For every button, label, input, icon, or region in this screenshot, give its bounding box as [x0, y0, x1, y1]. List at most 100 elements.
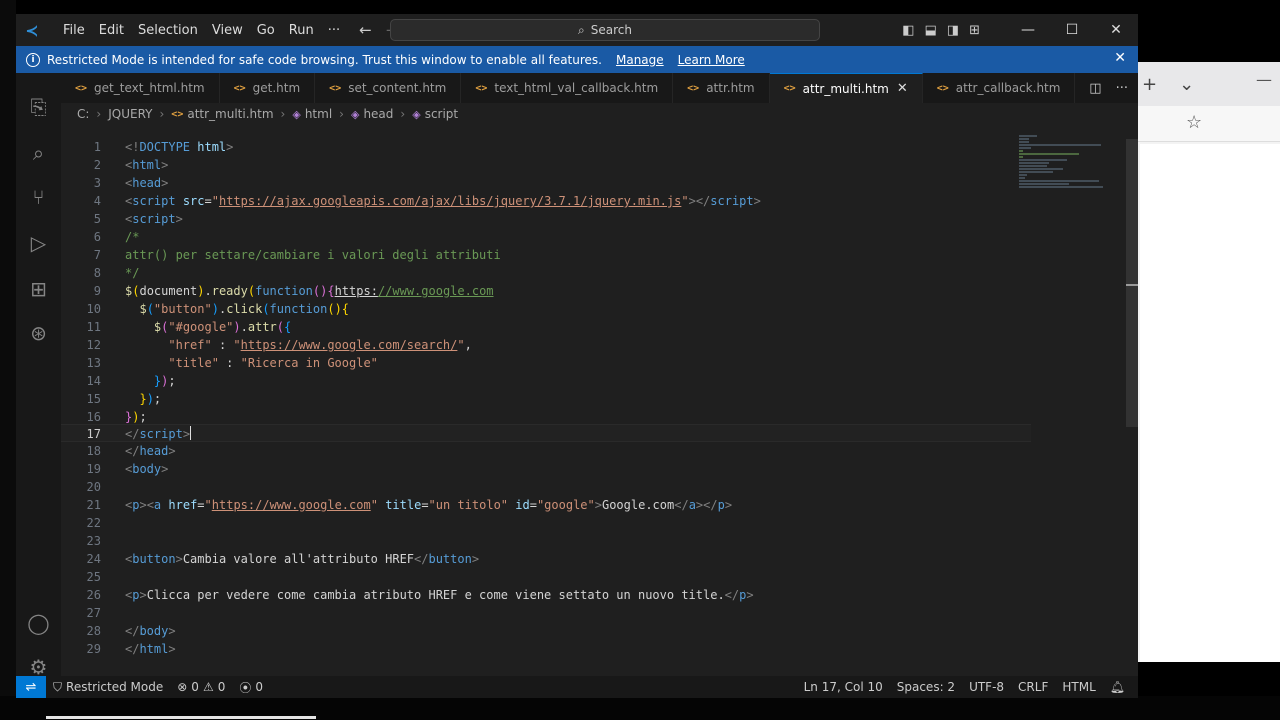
- notifications-bell-icon[interactable]: 🔔︎: [1103, 680, 1132, 694]
- code-line[interactable]: 10 $("button").click(function(){: [61, 300, 1031, 318]
- search-icon: ⌕: [578, 22, 585, 37]
- tab-set-content[interactable]: <> set_content.htm: [315, 73, 462, 103]
- code-line[interactable]: 15 });: [61, 390, 1031, 408]
- breadcrumb-script[interactable]: script: [425, 107, 458, 121]
- indentation[interactable]: Spaces: 2: [890, 680, 962, 694]
- split-editor-icon[interactable]: ◫: [1089, 81, 1101, 96]
- code-line[interactable]: 11 $("#google").attr({: [61, 318, 1031, 336]
- minimize-icon[interactable]: —: [1006, 22, 1050, 38]
- end-of-line[interactable]: CRLF: [1011, 680, 1055, 694]
- code-line[interactable]: 28 </body>: [61, 622, 1031, 640]
- run-debug-icon[interactable]: ▷: [16, 223, 61, 263]
- code-line[interactable]: 19 <body>: [61, 460, 1031, 478]
- close-window-icon[interactable]: ✕: [1094, 22, 1138, 38]
- new-tab-icon[interactable]: +: [1142, 74, 1157, 95]
- code-line[interactable]: 13 "title" : "Ricerca in Google": [61, 354, 1031, 372]
- accounts-icon[interactable]: ◯: [16, 603, 61, 643]
- code-line[interactable]: 21 <p><a href="https://www.google.com" ti…: [61, 496, 1031, 514]
- code-line[interactable]: 1 <!DOCTYPE html>: [61, 138, 1031, 156]
- browser-minimize-icon[interactable]: —: [1256, 70, 1272, 89]
- tab-attr-multi[interactable]: <> attr_multi.htm ✕: [769, 73, 923, 103]
- vertical-scrollbar[interactable]: [1126, 139, 1138, 427]
- tab-get[interactable]: <> get.htm: [220, 73, 316, 103]
- more-actions-icon[interactable]: ···: [1116, 81, 1128, 96]
- code-editor[interactable]: 1 <!DOCTYPE html> 2 <html> 3 <head> 4 <scrip…: [61, 125, 1138, 678]
- code-line[interactable]: 4 <script src="https://ajax.googleapis.co…: [61, 192, 1031, 210]
- tab-label: set_content.htm: [348, 81, 447, 95]
- back-arrow-icon[interactable]: ←: [359, 21, 372, 39]
- learn-more-link[interactable]: Learn More: [678, 53, 745, 67]
- source-control-icon[interactable]: ⑂: [16, 177, 61, 217]
- code-line[interactable]: 25: [61, 568, 1031, 586]
- line-number: 10: [86, 302, 101, 316]
- breadcrumb-head[interactable]: head: [363, 107, 393, 121]
- code-line[interactable]: 8 */: [61, 264, 1031, 282]
- code-line[interactable]: 27: [61, 604, 1031, 622]
- toggle-panel-icon[interactable]: ⬓: [925, 23, 937, 38]
- code-line[interactable]: 24 <button>Cambia valore all'attributo HR…: [61, 550, 1031, 568]
- code-line[interactable]: 18 </head>: [61, 442, 1031, 460]
- extensions-icon[interactable]: ⊞: [16, 269, 61, 309]
- cursor-position[interactable]: Ln 17, Col 10: [797, 680, 890, 694]
- browser-content: [1140, 144, 1280, 662]
- tab-get-text-html[interactable]: <> get_text_html.htm: [61, 73, 220, 103]
- breadcrumb-folder[interactable]: JQUERY: [108, 107, 152, 121]
- code-line[interactable]: 6/*: [61, 228, 1031, 246]
- code-line[interactable]: 3 <head>: [61, 174, 1031, 192]
- code-line[interactable]: 22: [61, 514, 1031, 532]
- editor-tabs: <> get_text_html.htm <> get.htm <> set_cont…: [61, 73, 1138, 103]
- menu-selection[interactable]: Selection: [131, 23, 205, 38]
- minimap[interactable]: [1019, 135, 1109, 195]
- tab-attr[interactable]: <> attr.htm: [673, 73, 770, 103]
- code-line[interactable]: 7 attr() per settare/cambiare i valori de…: [61, 246, 1031, 264]
- background-browser-window[interactable]: + ⌄ — ☆: [1138, 62, 1280, 662]
- tab-label: text_html_val_callback.htm: [494, 81, 659, 95]
- customize-layout-icon[interactable]: ⊞: [969, 23, 980, 38]
- remote-indicator-icon[interactable]: ⇌: [16, 676, 46, 698]
- tab-list-chevron-icon[interactable]: ⌄: [1179, 74, 1194, 95]
- line-number: 6: [93, 230, 101, 244]
- tab-text-html-val-callback[interactable]: <> text_html_val_callback.htm: [461, 73, 674, 103]
- ports-status[interactable]: ⦿ 0: [232, 679, 270, 696]
- code-line[interactable]: 14 });: [61, 372, 1031, 390]
- menu-go[interactable]: Go: [250, 23, 282, 38]
- menu-file[interactable]: File: [56, 23, 92, 38]
- toggle-secondary-sidebar-icon[interactable]: ◨: [947, 23, 959, 38]
- command-center-search[interactable]: ⌕ Search: [390, 19, 820, 41]
- line-number: 23: [86, 534, 101, 548]
- explorer-icon[interactable]: ⎘: [16, 87, 61, 127]
- toggle-primary-sidebar-icon[interactable]: ◧: [902, 23, 914, 38]
- code-line[interactable]: 29 </html>: [61, 640, 1031, 658]
- menu-more[interactable]: ···: [321, 23, 347, 38]
- maximize-icon[interactable]: ☐: [1050, 22, 1094, 38]
- code-line[interactable]: 12 "href" : "https://www.google.com/sear…: [61, 336, 1031, 354]
- code-line[interactable]: 20: [61, 478, 1031, 496]
- bookmark-star-icon[interactable]: ☆: [1186, 112, 1202, 133]
- manage-link[interactable]: Manage: [616, 53, 664, 67]
- banner-message: Restricted Mode is intended for safe cod…: [47, 52, 602, 67]
- problems-status[interactable]: ⊗ 0 ⚠ 0: [170, 680, 232, 694]
- encoding[interactable]: UTF-8: [962, 680, 1011, 694]
- code-line[interactable]: 23: [61, 532, 1031, 550]
- tab-attr-callback[interactable]: <> attr_callback.htm: [923, 73, 1076, 103]
- breadcrumb-drive[interactable]: C:: [77, 107, 89, 121]
- code-line[interactable]: 26 <p>Clicca per vedere come cambia atrib…: [61, 586, 1031, 604]
- search-view-icon[interactable]: ⌕: [16, 133, 61, 173]
- breadcrumb-html[interactable]: html: [305, 107, 332, 121]
- status-bar-right: Ln 17, Col 10 Spaces: 2 UTF-8 CRLF HTML …: [797, 676, 1132, 698]
- breadcrumb-file[interactable]: attr_multi.htm: [187, 107, 273, 121]
- close-tab-icon[interactable]: ✕: [897, 81, 908, 96]
- code-line[interactable]: 5 <script>: [61, 210, 1031, 228]
- git-graph-icon[interactable]: ⊛: [16, 313, 61, 353]
- restricted-mode-label: Restricted Mode: [66, 680, 164, 694]
- banner-close-icon[interactable]: ✕: [1114, 50, 1126, 66]
- code-line[interactable]: 9 $(document).ready(function(){https://ww…: [61, 282, 1031, 300]
- html-file-icon: <>: [687, 82, 700, 94]
- code-line[interactable]: 2 <html>: [61, 156, 1031, 174]
- language-mode[interactable]: HTML: [1055, 680, 1102, 694]
- menu-run[interactable]: Run: [282, 23, 321, 38]
- restricted-mode-status[interactable]: ⛉ Restricted Mode: [46, 680, 170, 695]
- menu-edit[interactable]: Edit: [92, 23, 131, 38]
- code-line-current[interactable]: 17 </script>: [61, 424, 1031, 442]
- menu-view[interactable]: View: [205, 23, 250, 38]
